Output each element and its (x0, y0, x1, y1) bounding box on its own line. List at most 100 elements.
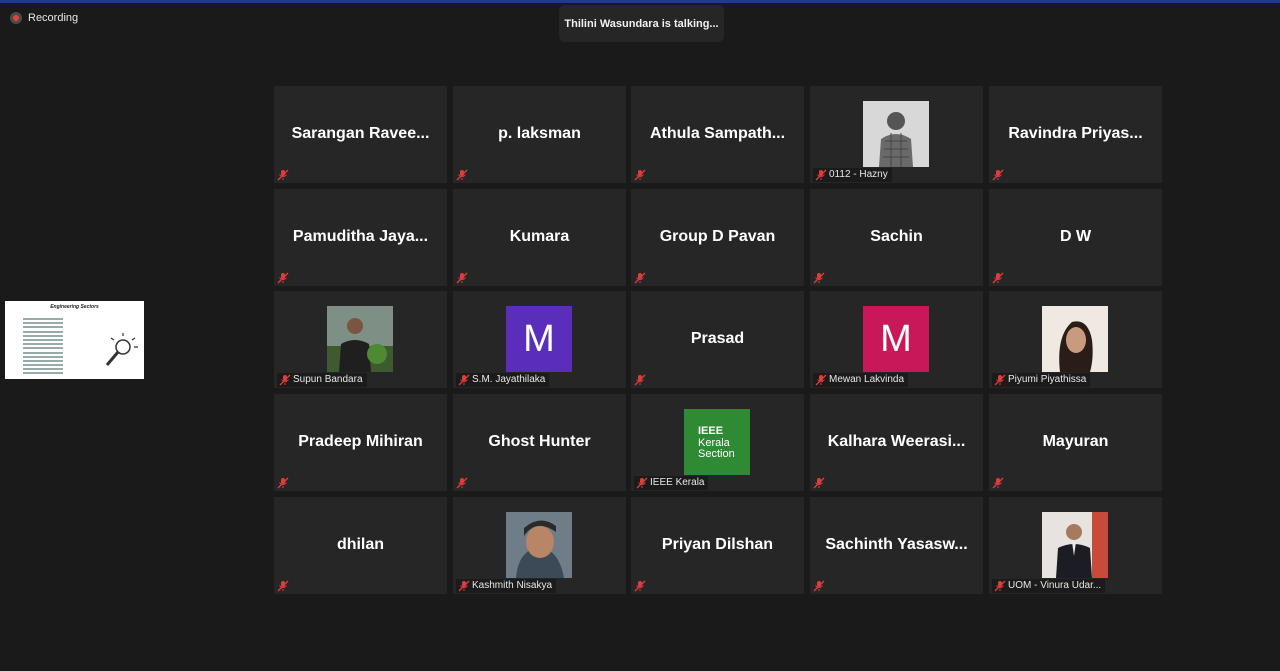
participant-name: 0112 - Hazny (829, 169, 888, 180)
avatar: M (506, 306, 572, 372)
muted-mic-icon (634, 580, 646, 592)
participant-tile[interactable]: Ravindra Priyas... (989, 86, 1162, 183)
participant-name: UOM - Vinura Udar... (1008, 580, 1102, 591)
muted-mic-icon (992, 477, 1004, 489)
participant-name-label: S.M. Jayathilaka (456, 373, 550, 387)
logo-text-line: Section (698, 448, 735, 460)
participant-tile[interactable]: Mayuran (989, 394, 1162, 491)
participant-name: Sachinth Yasasw... (825, 536, 968, 553)
participant-name: Sarangan Ravee... (291, 125, 430, 142)
muted-mic-icon (456, 272, 468, 284)
participant-name: Kumara (509, 228, 570, 245)
participant-tile[interactable]: Sachinth Yasasw... (810, 497, 983, 594)
participant-tile[interactable]: dhilan (274, 497, 447, 594)
muted-mic-icon (277, 477, 289, 489)
participant-name: S.M. Jayathilaka (472, 374, 546, 385)
participant-name-label: Mewan Lakvinda (813, 373, 909, 387)
muted-mic-icon (813, 477, 825, 489)
window-top-border (0, 0, 1280, 3)
muted-mic-icon (458, 580, 470, 592)
participant-name: p. laksman (498, 125, 581, 142)
participant-name: Prasad (690, 330, 745, 347)
muted-mic-icon (636, 477, 648, 489)
participant-tile[interactable]: Piyumi Piyathissa (989, 291, 1162, 388)
muted-mic-icon (277, 272, 289, 284)
participant-name: Sachin (870, 228, 923, 245)
shared-screen-thumbnail[interactable]: Engineering Sectors (5, 301, 144, 379)
muted-mic-icon (992, 169, 1004, 181)
participant-name: Ghost Hunter (488, 433, 591, 450)
muted-mic-icon (813, 580, 825, 592)
participant-tile[interactable]: Prasad (631, 291, 804, 388)
shared-screen-title: Engineering Sectors (50, 304, 99, 310)
participant-tile[interactable]: Sarangan Ravee... (274, 86, 447, 183)
participant-name: Pradeep Mihiran (298, 433, 423, 450)
participant-name: Mayuran (1042, 433, 1109, 450)
participant-photo (1042, 306, 1108, 372)
participant-tile[interactable]: Pamuditha Jaya... (274, 189, 447, 286)
muted-mic-icon (634, 374, 646, 386)
muted-mic-icon (456, 477, 468, 489)
recording-label: Recording (28, 12, 79, 24)
participant-tile[interactable]: Kashmith Nisakya (453, 497, 626, 594)
muted-mic-icon (456, 169, 468, 181)
participant-tile[interactable]: p. laksman (453, 86, 626, 183)
participant-name-label: Piyumi Piyathissa (992, 373, 1091, 387)
participant-photo (506, 512, 572, 578)
participant-tile[interactable]: Ghost Hunter (453, 394, 626, 491)
participant-tile[interactable]: Sachin (810, 189, 983, 286)
participant-name: Kalhara Weerasi... (827, 433, 966, 450)
participant-tile[interactable]: IEEE Kerala Section IEEE Kerala (631, 394, 804, 491)
participant-tile[interactable]: Group D Pavan (631, 189, 804, 286)
muted-mic-icon (458, 374, 470, 386)
muted-mic-icon (994, 580, 1006, 592)
participant-photo (863, 101, 929, 167)
participant-tile[interactable]: Pradeep Mihiran (274, 394, 447, 491)
recording-indicator[interactable]: Recording (10, 12, 78, 24)
participant-tile[interactable]: M S.M. Jayathilaka (453, 291, 626, 388)
muted-mic-icon (815, 169, 827, 181)
participant-tile[interactable]: 0112 - Hazny (810, 86, 983, 183)
participant-name: Kashmith Nisakya (472, 580, 553, 591)
muted-mic-icon (815, 374, 827, 386)
muted-mic-icon (634, 169, 646, 181)
muted-mic-icon (279, 374, 291, 386)
participant-name-label: IEEE Kerala (634, 476, 709, 490)
participant-name: Group D Pavan (659, 228, 776, 245)
participant-tile[interactable]: UOM - Vinura Udar... (989, 497, 1162, 594)
muted-mic-icon (277, 580, 289, 592)
active-speaker-banner: Thilini Wasundara is talking... (559, 5, 724, 42)
participant-name: Supun Bandara (293, 374, 363, 385)
logo-text-line: IEEE (698, 425, 724, 437)
muted-mic-icon (994, 374, 1006, 386)
participant-tile[interactable]: D W (989, 189, 1162, 286)
participant-name: Priyan Dilshan (661, 536, 774, 553)
shared-screen-bullets (23, 318, 63, 377)
participant-name: Pamuditha Jaya... (292, 228, 429, 245)
participant-tile[interactable]: M Mewan Lakvinda (810, 291, 983, 388)
participant-tile[interactable]: Kumara (453, 189, 626, 286)
participant-tile[interactable]: Priyan Dilshan (631, 497, 804, 594)
participant-name: Athula Sampath... (649, 125, 786, 142)
avatar: M (863, 306, 929, 372)
participant-name: Ravindra Priyas... (1008, 125, 1143, 142)
muted-mic-icon (277, 169, 289, 181)
muted-mic-icon (634, 272, 646, 284)
participant-photo (1042, 512, 1108, 578)
participant-name: Mewan Lakvinda (829, 374, 905, 385)
participant-name: IEEE Kerala (650, 477, 705, 488)
recording-icon (10, 12, 22, 24)
participant-name-label: 0112 - Hazny (813, 168, 892, 182)
muted-mic-icon (992, 272, 1004, 284)
participant-name-label: UOM - Vinura Udar... (992, 579, 1106, 593)
participant-tile[interactable]: Kalhara Weerasi... (810, 394, 983, 491)
participant-tile[interactable]: Supun Bandara (274, 291, 447, 388)
muted-mic-icon (813, 272, 825, 284)
participant-name: D W (1059, 228, 1092, 245)
ieee-logo: IEEE Kerala Section (684, 409, 750, 475)
participant-tile[interactable]: Athula Sampath... (631, 86, 804, 183)
participant-name-label: Kashmith Nisakya (456, 579, 557, 593)
participant-name: dhilan (336, 536, 385, 553)
lightbulb-hand-icon (105, 333, 138, 366)
participant-name: Piyumi Piyathissa (1008, 374, 1087, 385)
